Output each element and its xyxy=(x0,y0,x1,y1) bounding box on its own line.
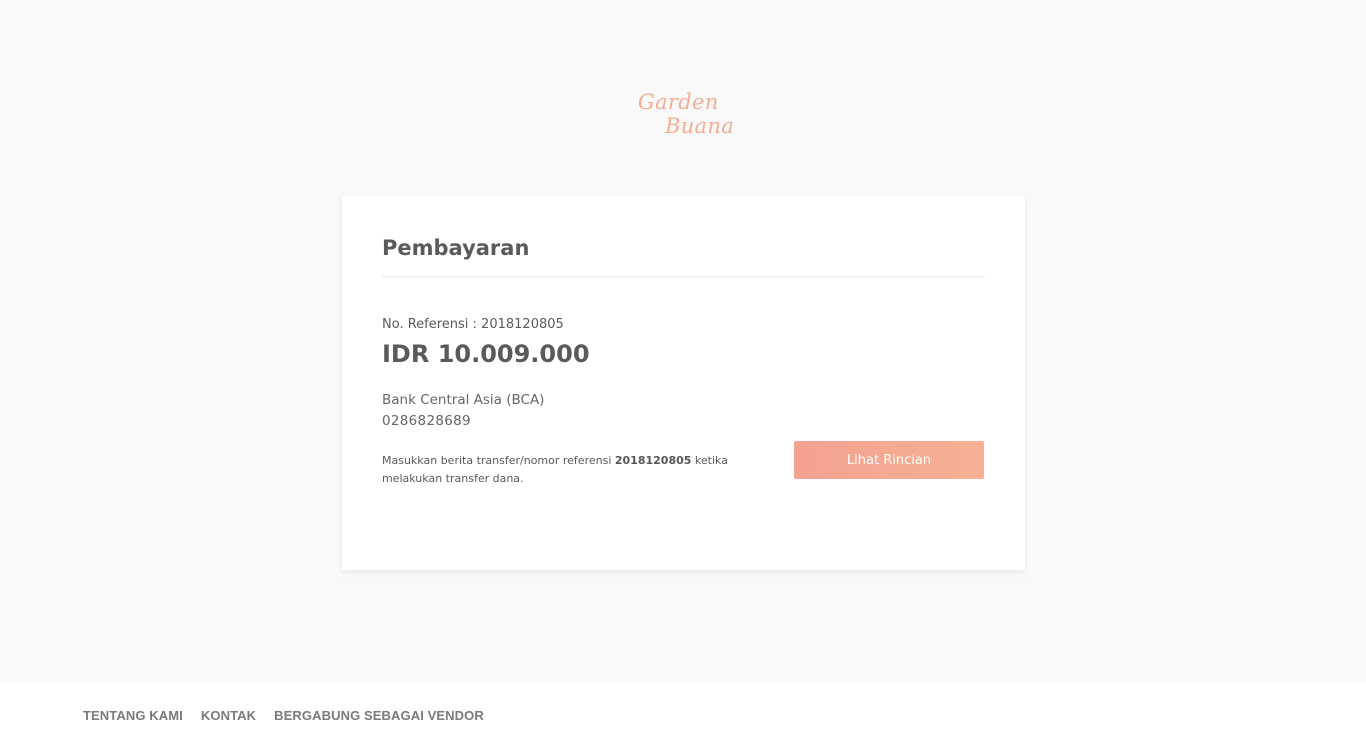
footer-link-about[interactable]: TENTANG KAMI xyxy=(83,708,183,723)
logo-line-2: Buana xyxy=(665,114,735,138)
footer-link-join-vendor[interactable]: BERGABUNG SEBAGAI VENDOR xyxy=(274,708,484,723)
footer: TENTANG KAMI KONTAK BERGABUNG SEBAGAI VE… xyxy=(0,682,1366,746)
footer-nav: TENTANG KAMI KONTAK BERGABUNG SEBAGAI VE… xyxy=(83,708,502,723)
title-divider xyxy=(382,276,985,277)
footer-link-contact[interactable]: KONTAK xyxy=(201,708,256,723)
logo-line-1: Garden xyxy=(638,90,719,114)
transfer-note-reference: 2018120805 xyxy=(614,454,692,467)
page-title: Pembayaran xyxy=(382,236,530,260)
bank-name: Bank Central Asia (BCA) xyxy=(382,392,545,408)
payment-card: Pembayaran No. Referensi : 2018120805 ID… xyxy=(342,196,1025,570)
transfer-note-text: Masukkan berita transfer/nomor referensi xyxy=(382,454,615,467)
account-number: 0286828689 xyxy=(382,413,471,429)
transfer-note: Masukkan berita transfer/nomor referensi… xyxy=(382,452,752,488)
payment-amount: IDR 10.009.000 xyxy=(382,340,590,368)
garden-buana-logo[interactable]: Garden Buana xyxy=(634,92,738,142)
view-details-button[interactable]: Lihat Rincian xyxy=(794,441,984,479)
reference-number: No. Referensi : 2018120805 xyxy=(382,317,564,332)
